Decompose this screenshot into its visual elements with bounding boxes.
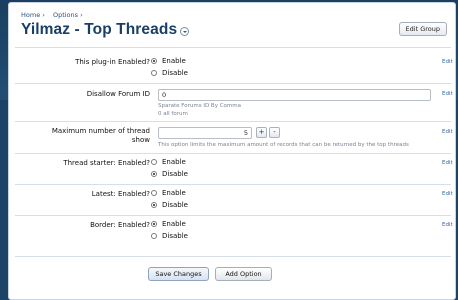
latest-enable-radio[interactable]: Enable xyxy=(151,189,186,197)
radio-label: Enable xyxy=(162,220,186,228)
radio-label: Enable xyxy=(162,189,186,197)
radio-label: Disable xyxy=(162,170,188,178)
breadcrumb: Home › Options › xyxy=(21,11,89,19)
page-title: Yilmaz - Top Threads xyxy=(21,21,178,38)
plugin-enable-radio[interactable]: Enable xyxy=(151,57,186,65)
save-changes-button[interactable]: Save Changes xyxy=(148,267,209,281)
breadcrumb-options[interactable]: Options › xyxy=(53,11,83,19)
increment-button[interactable]: + xyxy=(256,127,267,138)
max-threads-label: Maximum number of thread xyxy=(51,127,150,135)
add-option-button[interactable]: Add Option xyxy=(215,267,272,281)
divider xyxy=(15,184,451,185)
divider xyxy=(15,153,451,154)
radio-label: Disable xyxy=(162,201,188,209)
max-threads-input[interactable]: 5 xyxy=(158,127,252,139)
plugin-enabled-label: This plug-in Enabled? xyxy=(75,58,150,66)
edit-link-latest[interactable]: Edit xyxy=(442,191,453,197)
border-disable-radio[interactable]: Disable xyxy=(151,232,188,240)
edit-link-thread-starter[interactable]: Edit xyxy=(442,160,453,166)
content-panel: Home › Options › Yilmaz - Top Threads Ed… xyxy=(8,2,456,300)
radio-icon[interactable] xyxy=(151,202,157,208)
radio-label: Enable xyxy=(162,158,186,166)
radio-icon[interactable] xyxy=(151,233,157,239)
latest-disable-radio[interactable]: Disable xyxy=(151,201,188,209)
radio-label: Disable xyxy=(162,232,188,240)
divider xyxy=(15,256,451,257)
disallow-forum-hint: Sparate Forums ID By Comma xyxy=(158,103,241,109)
radio-label: Enable xyxy=(162,57,186,65)
radio-icon[interactable] xyxy=(151,171,157,177)
latest-label: Latest: Enabled? xyxy=(91,190,150,198)
divider xyxy=(15,47,451,48)
max-threads-hint: This option limits the maximum amount of… xyxy=(158,142,409,148)
chevron-down-icon[interactable] xyxy=(180,27,190,36)
thread-starter-enable-radio[interactable]: Enable xyxy=(151,158,186,166)
edit-link-max-threads[interactable]: Edit xyxy=(442,129,453,135)
edit-link-border[interactable]: Edit xyxy=(442,222,453,228)
divider xyxy=(15,121,451,122)
max-threads-label-2: show xyxy=(131,136,150,144)
disallow-forum-label: Disallow Forum ID xyxy=(86,90,150,98)
thread-starter-disable-radio[interactable]: Disable xyxy=(151,170,188,178)
disallow-forum-hint-2: 0 all forum xyxy=(158,111,188,117)
edit-link-plugin-enabled[interactable]: Edit xyxy=(442,59,453,65)
border-enable-radio[interactable]: Enable xyxy=(151,220,186,228)
edit-link-disallow-forum[interactable]: Edit xyxy=(442,91,453,97)
title-row: Yilmaz - Top Threads xyxy=(21,21,190,39)
breadcrumb-home[interactable]: Home › xyxy=(21,11,45,19)
radio-label: Disable xyxy=(162,69,188,77)
decrement-button[interactable]: - xyxy=(269,127,280,138)
radio-icon[interactable] xyxy=(151,221,157,227)
radio-icon[interactable] xyxy=(151,190,157,196)
thread-starter-label: Thread starter: Enabled? xyxy=(63,159,150,167)
border-label: Border: Enabled? xyxy=(90,221,150,229)
radio-icon[interactable] xyxy=(151,70,157,76)
radio-icon[interactable] xyxy=(151,58,157,64)
divider xyxy=(15,83,451,84)
disallow-forum-input[interactable]: 0 xyxy=(158,89,431,101)
divider xyxy=(15,215,451,216)
radio-icon[interactable] xyxy=(151,159,157,165)
plugin-disable-radio[interactable]: Disable xyxy=(151,69,188,77)
edit-group-button[interactable]: Edit Group xyxy=(398,22,447,36)
